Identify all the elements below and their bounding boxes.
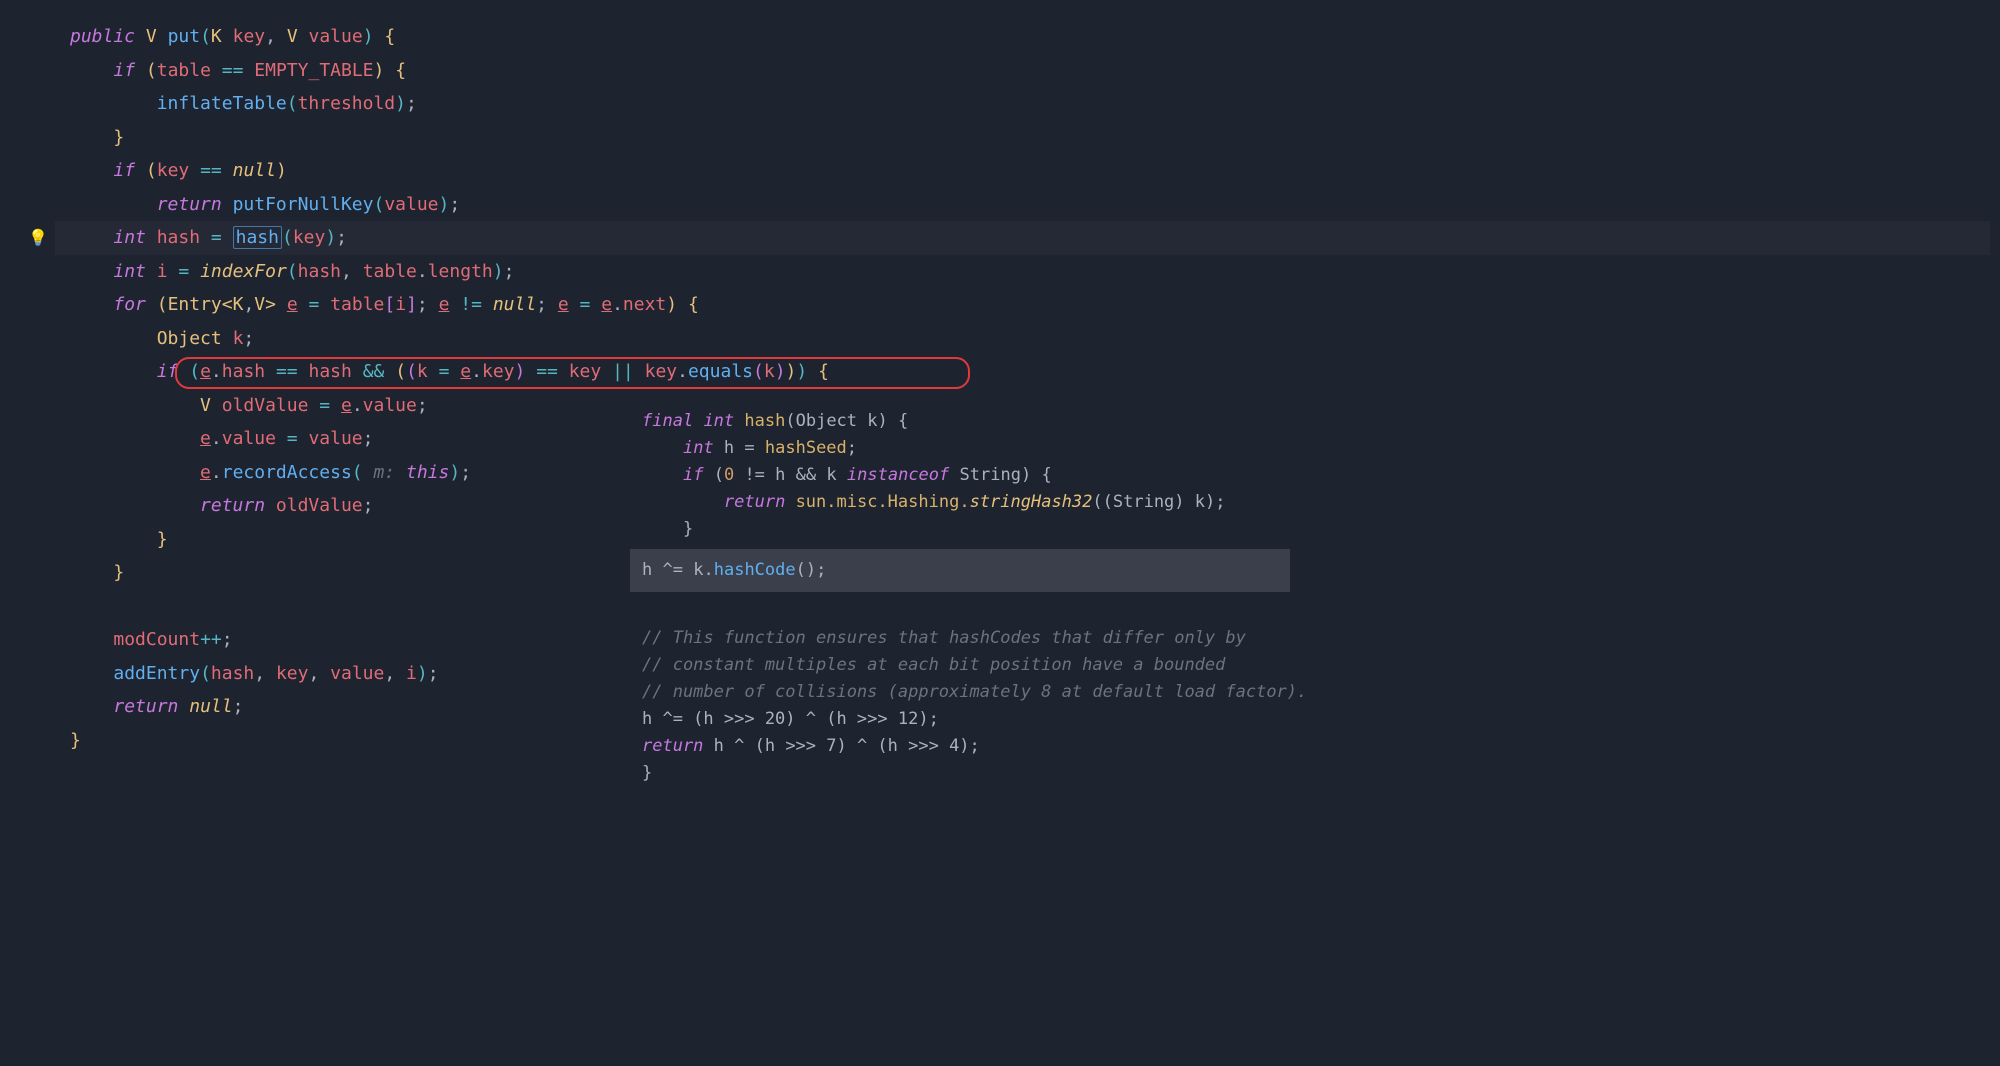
keyword-return: return [157,194,222,215]
method-put: put [168,26,201,47]
op-and: && [363,361,385,382]
code-line[interactable]: for (Entry<K,V> e = table[i]; e != null;… [10,288,1990,322]
keyword-public: public [70,26,135,47]
popup-line: return sun.misc.Hashing.stringHash32((St… [630,489,1290,516]
code-line[interactable]: return putForNullKey(value); [10,188,1990,222]
op-neq: != [460,294,482,315]
popup-comment: // constant multiples at each bit positi… [630,652,1290,679]
method-recordAccess: recordAccess [222,462,352,483]
code-editor[interactable]: 💡 public V put(K key, V value) { if (tab… [10,10,1990,795]
ident-oldValue: oldValue [222,395,309,416]
keyword-int: int [113,261,146,282]
ident-modCount: modCount [113,629,200,650]
method-addEntry: addEntry [113,663,200,684]
popup-method-hash: hash [744,411,785,431]
code-line[interactable]: public V put(K key, V value) { [10,20,1990,54]
ident-k: k [233,328,244,349]
code-line[interactable]: if (key == null) [10,154,1990,188]
brace: { [384,26,395,47]
editor-gutter: 💡 [10,10,55,795]
ident-i: i [157,261,168,282]
keyword-if: if [113,60,135,81]
keyword-null: null [233,160,276,181]
ident-next: next [623,294,666,315]
method-equals: equals [688,361,753,382]
code-line[interactable]: int i = indexFor(hash, table.length); [10,255,1990,289]
method-putForNullKey: putForNullKey [233,194,374,215]
ident-hash: hash [157,227,200,248]
quick-definition-popup[interactable]: final int hash(Object k) { int h = hashS… [630,408,1290,787]
method-inflateTable: inflateTable [157,93,287,114]
popup-line: } [630,760,1290,787]
code-line[interactable]: if (table == EMPTY_TABLE) { [10,54,1990,88]
type-Object: Object [157,328,222,349]
popup-line: final int hash(Object k) { [630,408,1290,435]
popup-line: if (0 != h && k instanceof String) { [630,462,1290,489]
popup-line: int h = hashSeed; [630,435,1290,462]
method-hash[interactable]: hash [233,226,282,249]
code-line[interactable]: inflateTable(threshold); [10,87,1990,121]
ident-table: table [157,60,211,81]
popup-line: h ^= (h >>> 20) ^ (h >>> 12); [630,706,1290,733]
code-line[interactable]: } [10,121,1990,155]
popup-line: return h ^ (h >>> 7) ^ (h >>> 4); [630,733,1290,760]
popup-highlighted-line: h ^= k.hashCode(); [630,549,1290,592]
ident-hash: hash [298,261,341,282]
ident-length: length [428,261,493,282]
keyword-for: for [113,294,146,315]
ident-key: key [233,26,266,47]
ident-value: value [309,26,363,47]
keyword-int: int [113,227,146,248]
keyword-if: if [113,160,135,181]
type-V: V [287,26,298,47]
ident-table: table [363,261,417,282]
op-inc: ++ [200,629,222,650]
popup-comment: // This function ensures that hashCodes … [630,625,1290,652]
intention-bulb-icon[interactable]: 💡 [28,228,48,247]
paren: ( [200,26,211,47]
type-K: K [211,26,222,47]
code-line-circled[interactable]: if (e.hash == hash && ((k = e.key) == ke… [10,355,1990,389]
ident-e: e [287,294,298,315]
keyword-this: this [406,462,449,483]
ident-threshold: threshold [298,93,396,114]
popup-line [630,598,1290,625]
code-line[interactable]: Object k; [10,322,1990,356]
code-line-active[interactable]: int hash = hash(key); [10,221,1990,255]
type-V: V [146,26,157,47]
ident-key: key [157,160,190,181]
paren: ) [363,26,374,47]
popup-comment: // number of collisions (approximately 8… [630,679,1290,706]
method-indexFor: indexFor [200,261,287,282]
ident-value: value [384,194,438,215]
type-Entry: Entry [168,294,222,315]
ident-empty-table: EMPTY_TABLE [254,60,373,81]
op-or: || [612,361,634,382]
param-hint: m: [373,462,395,483]
op-eq: == [200,160,222,181]
op-eq: == [222,60,244,81]
popup-line: } [630,516,1290,543]
ident-key: key [293,227,326,248]
